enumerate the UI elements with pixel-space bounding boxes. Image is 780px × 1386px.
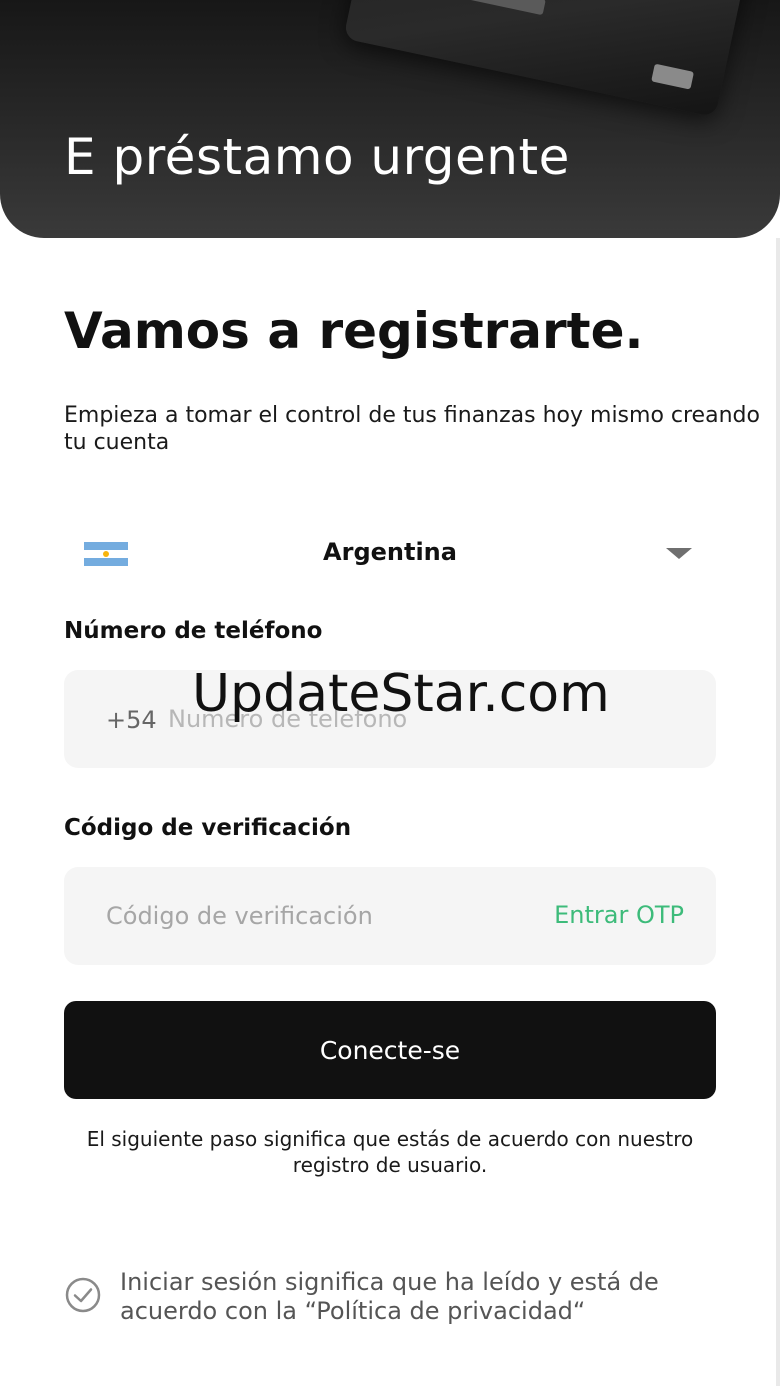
scroll-edge: [776, 238, 780, 1386]
country-selector[interactable]: Argentina: [64, 518, 716, 588]
enter-otp-link[interactable]: Entrar OTP: [554, 901, 684, 929]
page-subtitle: Empieza a tomar el control de tus finanz…: [64, 403, 760, 455]
phone-input[interactable]: [168, 700, 688, 738]
check-circle-icon[interactable]: [64, 1276, 102, 1314]
terms-note: El siguiente paso significa que estás de…: [86, 1127, 694, 1177]
phone-field: +54: [64, 670, 716, 768]
app-title: E préstamo urgente: [64, 128, 570, 186]
privacy-policy-text[interactable]: Iniciar sesión significa que ha leído y …: [120, 1268, 760, 1326]
verification-label: Código de verificación: [64, 815, 352, 841]
verification-field: Entrar OTP: [64, 867, 716, 965]
country-name: Argentina: [323, 538, 457, 566]
phone-prefix[interactable]: +54: [106, 706, 157, 734]
card-stripe: [395, 0, 546, 16]
credit-card-image: [343, 0, 757, 118]
connect-button[interactable]: Conecte-se: [64, 1001, 716, 1099]
header-banner: E préstamo urgente: [0, 0, 780, 238]
chevron-down-icon: [666, 548, 692, 559]
verification-code-input[interactable]: [106, 897, 506, 935]
phone-label: Número de teléfono: [64, 618, 323, 644]
card-chip: [651, 63, 695, 90]
page-title: Vamos a registrarte.: [64, 302, 644, 360]
